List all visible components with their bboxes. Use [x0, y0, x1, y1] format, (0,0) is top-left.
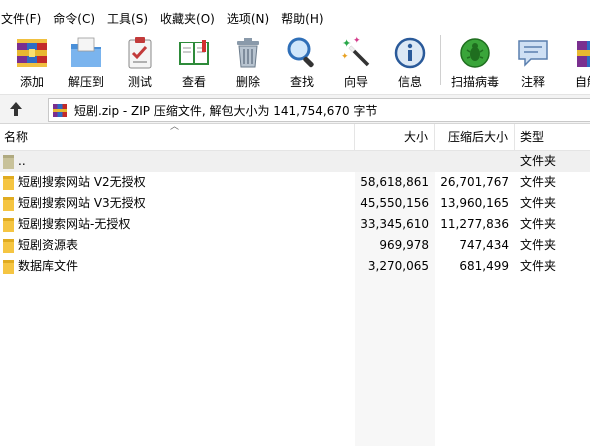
archive-path-field[interactable]: 短剧.zip - ZIP 压缩文件, 解包大小为 141,754,670 字节 [48, 98, 590, 122]
view-button[interactable]: 查看 [167, 30, 221, 90]
file-size [355, 151, 435, 172]
file-list: 名称 ︿ 大小 压缩后大小 类型 .. 文件夹 短剧搜索网站 V2无授权 58,… [0, 122, 590, 446]
file-packed-size: 26,701,767 [440, 175, 509, 189]
add-button[interactable]: 添加 [5, 30, 59, 90]
view-label: 查看 [181, 75, 206, 89]
file-size: 969,978 [379, 238, 429, 252]
file-name: 短剧搜索网站 V3无授权 [18, 196, 146, 210]
list-item[interactable]: 数据库文件 3,270,065 681,499 文件夹 [0, 256, 590, 277]
column-header-size[interactable]: 大小 [355, 124, 435, 150]
menu-options[interactable]: 选项(N) [225, 10, 277, 27]
column-header-type[interactable]: 类型 [515, 124, 590, 150]
menu-bar: 文件(F) 命令(C) 工具(S) 收藏夹(O) 选项(N) 帮助(H) [0, 8, 590, 28]
file-rows: .. 文件夹 短剧搜索网站 V2无授权 58,618,861 26,701,76… [0, 151, 590, 277]
trash-icon [229, 34, 267, 71]
menu-favorites[interactable]: 收藏夹(O) [158, 10, 223, 27]
file-type: 文件夹 [520, 175, 557, 189]
file-name: 短剧搜索网站 V2无授权 [18, 175, 146, 189]
file-size: 45,550,156 [360, 196, 429, 210]
sfx-label: 自解 [574, 75, 590, 89]
list-item[interactable]: 短剧搜索网站-无授权 33,345,610 11,277,836 文件夹 [0, 214, 590, 235]
add-label: 添加 [19, 75, 44, 89]
info-icon [391, 34, 429, 71]
file-type: 文件夹 [520, 196, 557, 210]
list-item[interactable]: 短剧搜索网站 V3无授权 45,550,156 13,960,165 文件夹 [0, 193, 590, 214]
menu-commands[interactable]: 命令(C) [51, 10, 103, 27]
file-type: 文件夹 [520, 259, 557, 273]
magnifier-icon [283, 34, 321, 71]
wizard-button[interactable]: ✦ ✦ ✦ 向导 [329, 30, 383, 90]
find-button[interactable]: 查找 [275, 30, 329, 90]
test-clipboard-icon [121, 34, 159, 71]
info-button[interactable]: 信息 [383, 30, 437, 90]
virus-scan-button[interactable]: 扫描病毒 [444, 30, 506, 90]
column-header-packed[interactable]: 压缩后大小 [435, 124, 515, 150]
zip-archive-icon [53, 104, 67, 117]
file-packed-size: 11,277,836 [440, 217, 509, 231]
file-type: 文件夹 [520, 217, 557, 231]
file-packed-size: 747,434 [459, 238, 509, 252]
file-size: 3,270,065 [367, 259, 429, 273]
file-name: 数据库文件 [18, 259, 79, 273]
view-book-icon [175, 34, 213, 71]
up-folder-button[interactable] [4, 98, 28, 120]
list-item[interactable]: 短剧资源表 969,978 747,434 文件夹 [0, 235, 590, 256]
delete-button[interactable]: 删除 [221, 30, 275, 90]
list-header: 名称 ︿ 大小 压缩后大小 类型 [0, 122, 590, 151]
virus-scan-label: 扫描病毒 [450, 75, 499, 89]
virus-scan-icon [456, 34, 494, 71]
archive-path-text: 短剧.zip - ZIP 压缩文件, 解包大小为 141,754,670 字节 [74, 103, 378, 118]
list-item-parent[interactable]: .. 文件夹 [0, 151, 590, 172]
extract-to-label: 解压到 [67, 75, 104, 89]
comment-button[interactable]: 注释 [506, 30, 560, 90]
sort-ascending-icon: ︿ [170, 122, 180, 132]
address-bar: 短剧.zip - ZIP 压缩文件, 解包大小为 141,754,670 字节 [0, 94, 590, 124]
extract-folder-icon [67, 34, 105, 71]
file-size: 58,618,861 [360, 175, 429, 189]
file-packed-size: 13,960,165 [440, 196, 509, 210]
menu-file[interactable]: 文件(F) [0, 10, 49, 27]
toolbar-separator [440, 35, 441, 85]
file-name: 短剧搜索网站-无授权 [18, 217, 131, 231]
file-name: 短剧资源表 [18, 238, 79, 252]
file-type: 文件夹 [520, 238, 557, 252]
add-archive-icon [13, 34, 51, 71]
comment-icon [514, 34, 552, 71]
wizard-wand-icon: ✦ ✦ ✦ [337, 34, 375, 71]
column-name-label: 名称 [4, 130, 29, 144]
test-label: 测试 [127, 75, 152, 89]
list-item[interactable]: 短剧搜索网站 V2无授权 58,618,861 26,701,767 文件夹 [0, 172, 590, 193]
file-type: 文件夹 [520, 154, 557, 168]
menu-tools[interactable]: 工具(S) [105, 10, 156, 27]
svg-text:✦: ✦ [341, 52, 349, 62]
find-label: 查找 [289, 75, 314, 89]
svg-text:✦: ✦ [353, 36, 361, 46]
arrow-up-icon [10, 102, 22, 116]
file-size: 33,345,610 [360, 217, 429, 231]
delete-label: 删除 [235, 75, 260, 89]
title-strip [0, 0, 590, 4]
sfx-icon [568, 34, 590, 71]
column-header-name[interactable]: 名称 ︿ [0, 122, 355, 150]
info-label: 信息 [397, 75, 422, 89]
sfx-button[interactable]: 自解 [560, 30, 590, 90]
file-name: .. [18, 154, 26, 168]
svg-text:✦: ✦ [342, 37, 351, 50]
toolbar: 添加 解压到 测试 查看 删除 查找 ✦ ✦ ✦ 向导 信息 扫描病毒 注释 自 [0, 30, 590, 90]
file-packed-size [435, 151, 515, 172]
menu-help[interactable]: 帮助(H) [279, 10, 331, 27]
file-packed-size: 681,499 [459, 259, 509, 273]
test-button[interactable]: 测试 [113, 30, 167, 90]
comment-label: 注释 [520, 75, 545, 89]
extract-to-button[interactable]: 解压到 [59, 30, 113, 90]
wizard-label: 向导 [343, 75, 368, 89]
